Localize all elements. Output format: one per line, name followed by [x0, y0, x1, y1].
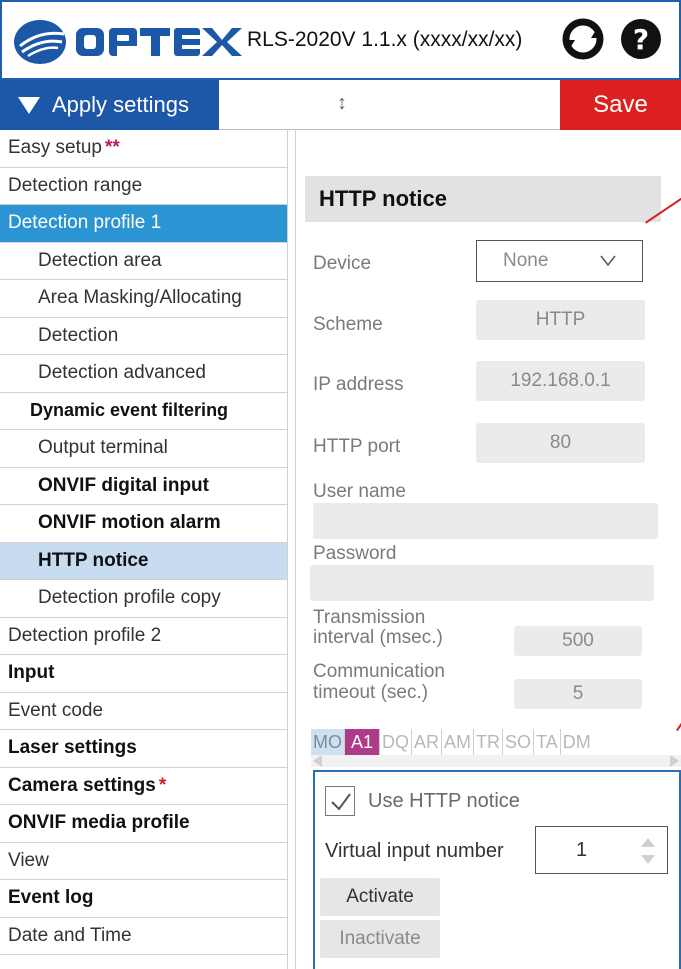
sidebar-item-input[interactable]: Input — [0, 655, 287, 693]
interval-label-line1: Transmission — [313, 607, 426, 628]
timeout-label-line2: timeout (sec.) — [313, 682, 429, 703]
http-port-field[interactable]: 80 — [476, 423, 645, 463]
apply-settings-label: Apply settings — [52, 92, 189, 117]
sidebar-item-laser-settings[interactable]: Laser settings — [0, 730, 287, 768]
sidebar-item-date-and-time[interactable]: Date and Time — [0, 918, 287, 955]
virtual-input-label: Virtual input number — [325, 840, 504, 862]
tab-scrollbar[interactable] — [311, 755, 681, 767]
sidebar-item-detection-profile-copy[interactable]: Detection profile copy — [0, 580, 287, 618]
ip-address-field[interactable]: 192.168.0.1 — [476, 361, 645, 401]
refresh-icon[interactable] — [562, 18, 604, 60]
required-mark: ** — [105, 137, 120, 159]
activate-button[interactable]: Activate — [320, 878, 440, 916]
timeout-label-line1: Communication — [313, 661, 445, 682]
virtual-input-value: 1 — [576, 838, 588, 861]
ip-address-label: IP address — [313, 374, 404, 395]
sidebar-item-event-log[interactable]: Event log — [0, 880, 287, 918]
required-mark: * — [158, 774, 167, 796]
svg-text:?: ? — [633, 23, 649, 56]
checkmark-icon — [331, 793, 351, 811]
sidebar-item-onvif-motion-alarm[interactable]: ONVIF motion alarm — [0, 505, 287, 543]
sidebar-item-output-terminal[interactable]: Output terminal — [0, 430, 287, 468]
sidebar-item-dynamic-event-filtering[interactable]: Dynamic event filtering — [0, 393, 287, 430]
user-name-label: User name — [313, 481, 406, 502]
sidebar-item-http-notice[interactable]: HTTP notice — [0, 542, 287, 580]
use-http-notice-label: Use HTTP notice — [368, 790, 520, 812]
scheme-field[interactable]: HTTP — [476, 300, 645, 340]
tab-a1[interactable]: A1 — [345, 729, 381, 755]
triangle-down-icon — [18, 96, 40, 114]
firmware-version: RLS-2020V 1.1.x (xxxx/xx/xx) — [247, 28, 523, 51]
virtual-input-stepper[interactable]: 1 — [535, 826, 668, 874]
sidebar-item-detection[interactable]: Detection — [0, 318, 287, 355]
app-header: RLS-2020V 1.1.x (xxxx/xx/xx) ? — [0, 0, 681, 78]
tab-dm[interactable]: DM — [561, 729, 593, 755]
sidebar-item-detection-range[interactable]: Detection range — [0, 168, 287, 205]
password-label: Password — [313, 543, 397, 564]
spinner-arrows-icon[interactable] — [639, 834, 657, 868]
tab-tr[interactable]: TR — [474, 729, 504, 755]
sidebar-item-view[interactable]: View — [0, 843, 287, 880]
page-title: HTTP notice — [305, 176, 661, 222]
sidebar-item-onvif-media-profile[interactable]: ONVIF media profile — [0, 805, 287, 843]
tab-dq[interactable]: DQ — [380, 729, 413, 755]
tab-so[interactable]: SO — [503, 729, 535, 755]
sidebar-item-detection-advanced[interactable]: Detection advanced — [0, 355, 287, 393]
sidebar-item-easy-setup[interactable]: Easy setup ** — [0, 130, 287, 168]
sidebar-item-area-masking[interactable]: Area Masking/Allocating — [0, 280, 287, 318]
timeout-field[interactable]: 5 — [514, 679, 642, 709]
scroll-right-icon[interactable] — [670, 755, 679, 767]
apply-settings-button[interactable]: Apply settings — [0, 80, 219, 130]
sidebar-nav: Easy setup ** Detection range Detection p… — [0, 130, 288, 969]
use-http-notice-checkbox[interactable] — [325, 786, 355, 816]
scheme-label: Scheme — [313, 314, 383, 335]
sidebar-item-event-code[interactable]: Event code — [0, 693, 287, 730]
inactivate-button[interactable]: Inactivate — [320, 920, 440, 958]
device-select[interactable]: None — [476, 240, 643, 282]
sidebar-item-detection-profile-1[interactable]: Detection profile 1 — [0, 205, 287, 243]
help-icon[interactable]: ? — [620, 18, 662, 60]
sidebar-item-onvif-digital-input[interactable]: ONVIF digital input — [0, 468, 287, 505]
sidebar-item-camera-settings[interactable]: Camera settings * — [0, 768, 287, 805]
interval-field[interactable]: 500 — [514, 626, 642, 656]
tab-ta[interactable]: TA — [534, 729, 561, 755]
event-tab-bar: MO A1 DQ AR AM TR SO TA DM — [311, 729, 593, 755]
resize-handle[interactable]: ↕ — [337, 92, 347, 115]
sidebar-item-detection-profile-2[interactable]: Detection profile 2 — [0, 618, 287, 655]
annotation-line — [676, 715, 681, 732]
optex-logo — [14, 20, 242, 64]
toolbar: Apply settings ↕ Save — [0, 78, 681, 130]
tab-am[interactable]: AM — [442, 729, 475, 755]
chevron-down-icon — [600, 255, 616, 267]
save-button[interactable]: Save — [560, 80, 681, 130]
password-field[interactable] — [310, 565, 654, 601]
device-value: None — [503, 250, 549, 271]
interval-label-line2: interval (msec.) — [313, 627, 443, 648]
tab-mo[interactable]: MO — [311, 729, 345, 755]
device-label: Device — [313, 253, 372, 274]
http-port-label: HTTP port — [313, 436, 401, 457]
sidebar-item-detection-area[interactable]: Detection area — [0, 243, 287, 280]
scroll-left-icon[interactable] — [313, 755, 322, 767]
user-name-field[interactable] — [313, 503, 658, 539]
panel-divider[interactable] — [295, 130, 296, 969]
tab-ar[interactable]: AR — [412, 729, 443, 755]
